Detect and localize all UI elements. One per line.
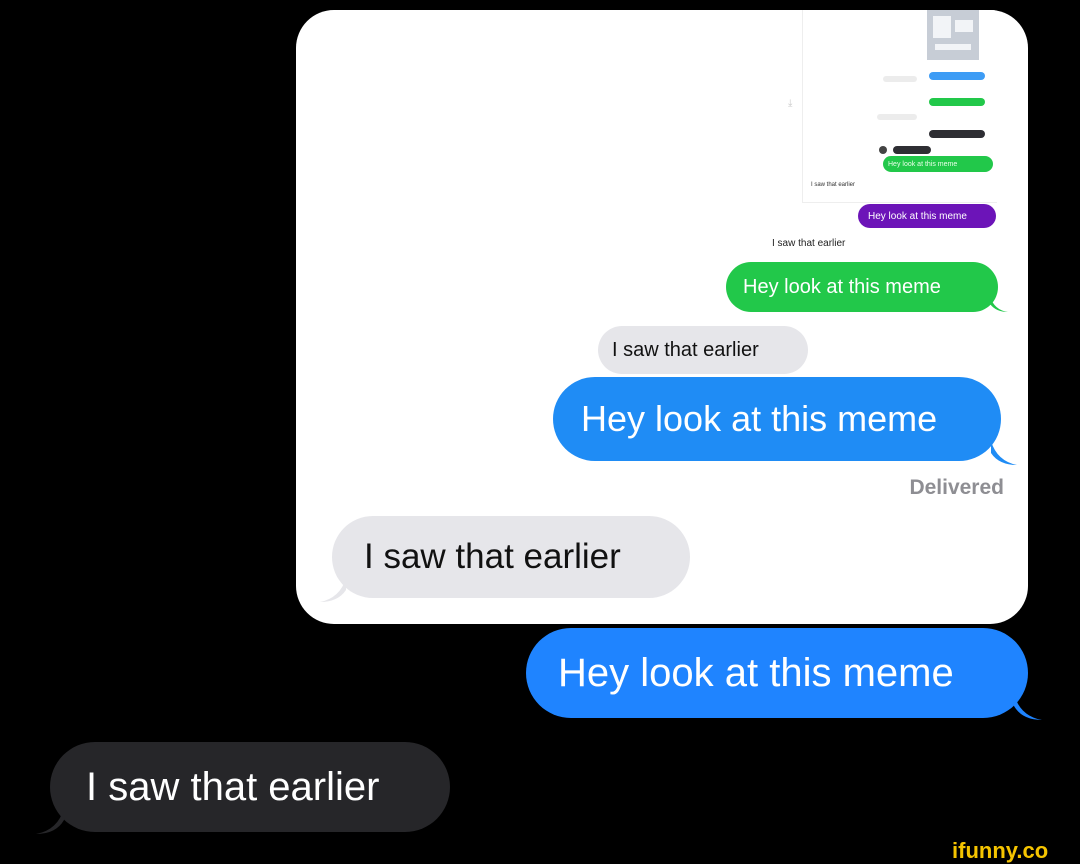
nested-faint-mark: ⤓ — [788, 98, 793, 109]
bubble-tail — [36, 808, 64, 834]
bubble-tail — [991, 441, 1017, 465]
nested-image — [927, 10, 979, 60]
large-received-text: I saw that earlier — [364, 537, 621, 576]
bubble-tail — [1014, 694, 1042, 720]
mini-bubble — [883, 76, 917, 82]
nested-sent-bubble: Hey look at this meme — [883, 156, 993, 172]
purple-sent-bubble: Hey look at this meme — [858, 204, 996, 228]
mini-bubble — [893, 146, 931, 154]
received-small-text: I saw that earlier — [772, 238, 846, 249]
nested-received-text: I saw that earlier — [811, 182, 856, 188]
large-received-bubble: I saw that earlier — [320, 516, 690, 602]
mini-bubble — [929, 98, 985, 106]
sent-bubble: Hey look at this meme — [526, 628, 1042, 720]
screenshot-card: Hey look at this meme I saw that earlier… — [296, 10, 1028, 624]
bubble-tail — [990, 296, 1008, 312]
mini-avatar — [879, 146, 887, 154]
mini-bubble — [877, 114, 917, 120]
received-medium-bubble: I saw that earlier — [598, 326, 808, 374]
watermark: ifunny.co — [952, 838, 1049, 863]
mini-bubble — [929, 130, 985, 138]
delivered-status: Delivered — [909, 476, 1004, 499]
received-text: I saw that earlier — [86, 764, 380, 809]
mini-bubble — [929, 72, 985, 80]
received-medium-text: I saw that earlier — [612, 338, 759, 361]
bubble-tail — [320, 578, 346, 602]
large-sent-text: Hey look at this meme — [581, 398, 938, 439]
green-sent-bubble: Hey look at this meme — [726, 262, 1008, 312]
green-sent-text: Hey look at this meme — [743, 275, 941, 298]
large-sent-bubble: Hey look at this meme — [553, 377, 1017, 465]
received-bubble: I saw that earlier — [36, 742, 450, 834]
sent-text: Hey look at this meme — [558, 650, 954, 695]
nested-screenshot: Hey look at this meme I saw that earlier — [802, 10, 997, 203]
